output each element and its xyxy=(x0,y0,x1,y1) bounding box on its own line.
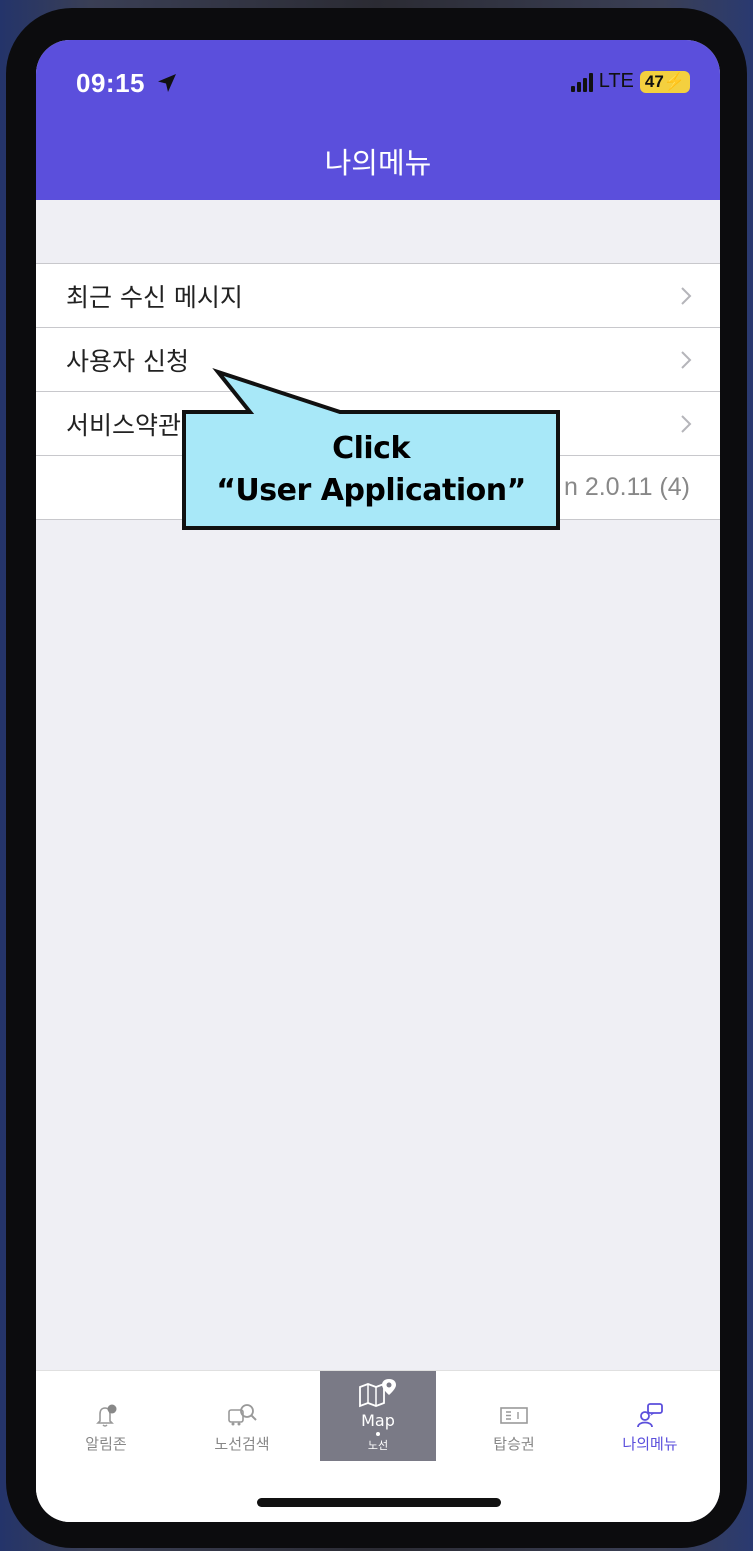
chevron-right-icon xyxy=(681,287,692,305)
network-type: LTE xyxy=(598,70,634,92)
menu-item-label: 최근 수신 메시지 xyxy=(66,282,243,312)
bus-search-icon xyxy=(228,1404,257,1426)
battery-level: 47 xyxy=(644,71,664,91)
callout-line-1: Click xyxy=(332,431,410,466)
tab-alert-zone[interactable]: 알림존 xyxy=(48,1371,164,1461)
tab-label: 나의메뉴 xyxy=(622,1435,678,1453)
phone-screen: 09:15 LTE 47⚡ 나의메뉴 최근 수신 메시지 사용자 신청 서비스약… xyxy=(36,40,720,1522)
app-version: n 2.0.11 (4) xyxy=(563,473,690,501)
callout-text: Click “User Application” xyxy=(184,428,558,512)
signal-icon xyxy=(570,72,593,92)
menu-item-recent-messages[interactable]: 최근 수신 메시지 xyxy=(36,264,720,328)
tab-map-route[interactable]: Map 노선 xyxy=(320,1371,436,1461)
page-title: 나의메뉴 xyxy=(324,146,432,180)
battery-icon: 47⚡ xyxy=(639,70,690,93)
tab-label: 탑승권 xyxy=(493,1435,535,1453)
menu-item-user-application[interactable]: 사용자 신청 xyxy=(36,328,720,392)
person-chat-icon xyxy=(637,1403,663,1428)
map-pin-icon xyxy=(359,1379,396,1408)
ticket-icon xyxy=(500,1407,528,1424)
status-indicators: LTE 47⚡ xyxy=(570,70,690,93)
tab-label: 노선검색 xyxy=(214,1435,270,1453)
tab-label: 알림존 xyxy=(85,1435,127,1453)
tab-route-search[interactable]: 노선검색 xyxy=(184,1371,300,1461)
menu-item-label: 서비스약관 xyxy=(66,410,182,440)
chevron-right-icon xyxy=(681,351,692,369)
tab-map-dot xyxy=(376,1432,380,1436)
tab-my-menu[interactable]: 나의메뉴 xyxy=(592,1371,708,1461)
tab-label: 노선 xyxy=(367,1439,389,1452)
tab-ticket[interactable]: 탑승권 xyxy=(456,1371,572,1461)
home-indicator[interactable] xyxy=(257,1498,501,1507)
chevron-right-icon xyxy=(681,415,692,433)
tab-map-main-label: Map xyxy=(361,1411,395,1430)
callout-line-2: “User Application” xyxy=(216,473,526,508)
status-time: 09:15 xyxy=(76,68,145,98)
bell-icon xyxy=(96,1404,117,1427)
location-arrow-icon xyxy=(158,74,176,92)
menu-item-label: 사용자 신청 xyxy=(66,346,189,376)
tab-bar: 알림존 노선검색 Map 노선 탑승권 나의메뉴 xyxy=(36,1370,720,1522)
app-header: 09:15 LTE 47⚡ 나의메뉴 xyxy=(36,40,720,200)
